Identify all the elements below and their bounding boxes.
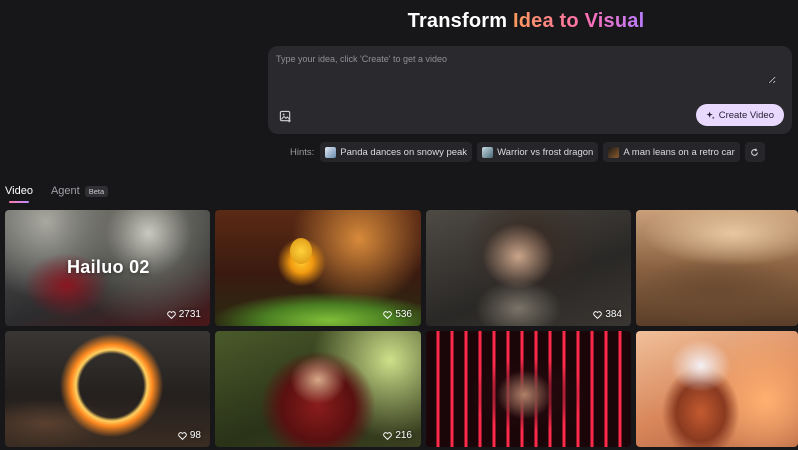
video-card[interactable]: [426, 331, 631, 447]
video-card[interactable]: 536: [215, 210, 421, 326]
tab-video-label: Video: [5, 185, 33, 197]
heart-icon: [178, 431, 187, 440]
hint-chip-panda[interactable]: Panda dances on snowy peak: [320, 142, 473, 162]
hint-label: Warrior vs frost dragon: [497, 146, 594, 158]
video-card[interactable]: 384: [426, 210, 631, 326]
beta-badge: Beta: [84, 185, 109, 197]
hint-thumbnail: [482, 146, 494, 158]
video-card[interactable]: 98: [5, 331, 210, 447]
prompt-input[interactable]: [276, 54, 776, 84]
hints-row: Hints: Panda dances on snowy peak Warrio…: [290, 142, 765, 162]
tab-agent[interactable]: Agent Beta: [50, 181, 109, 201]
page-title: Transform Idea to Visual: [268, 10, 784, 33]
heart-icon: [166, 310, 176, 319]
like-count-value: 98: [189, 430, 201, 441]
like-count[interactable]: 536: [383, 309, 412, 320]
like-count[interactable]: 216: [383, 430, 412, 441]
heart-icon: [383, 310, 393, 319]
image-upload-icon: [279, 110, 291, 122]
hint-thumbnail: [325, 146, 337, 158]
tab-agent-label: Agent: [50, 185, 80, 197]
character-figure: [290, 238, 312, 264]
hints-label: Hints:: [290, 146, 315, 158]
like-count[interactable]: 98: [178, 430, 201, 441]
hint-label: A man leans on a retro car: [623, 146, 735, 158]
hint-thumbnail: [608, 146, 620, 158]
like-count-value: 216: [395, 430, 412, 441]
card-overlay-title: Hailuo 02: [67, 257, 150, 277]
video-card[interactable]: Hailuo 02 2731: [5, 210, 210, 326]
like-count-value: 384: [605, 309, 622, 320]
video-card[interactable]: [636, 331, 798, 447]
image-upload-button[interactable]: [277, 108, 293, 124]
like-count-value: 2731: [178, 309, 201, 320]
heart-icon: [383, 431, 393, 440]
hint-chip-retro-car[interactable]: A man leans on a retro car: [603, 142, 740, 162]
refresh-hints-button[interactable]: [744, 142, 765, 162]
hint-label: Panda dances on snowy peak: [340, 146, 468, 158]
like-count[interactable]: 2731: [166, 309, 201, 320]
heart-icon: [593, 310, 603, 319]
tab-video[interactable]: Video: [5, 181, 33, 203]
sparkle-icon: [706, 110, 715, 119]
refresh-icon: [751, 147, 759, 156]
video-card[interactable]: [636, 210, 798, 326]
tab-bar: Video Agent Beta: [5, 181, 109, 203]
page-title-part2: Idea to Visual: [512, 10, 645, 32]
hint-chip-warrior[interactable]: Warrior vs frost dragon: [477, 142, 599, 162]
create-video-button[interactable]: Create Video: [695, 104, 784, 126]
like-count[interactable]: 384: [593, 309, 622, 320]
page-title-part1: Transform: [407, 10, 513, 32]
prompt-box: Create Video: [268, 46, 792, 134]
create-video-label: Create Video: [718, 109, 774, 121]
video-card[interactable]: 216: [215, 331, 421, 447]
like-count-value: 536: [395, 309, 412, 320]
